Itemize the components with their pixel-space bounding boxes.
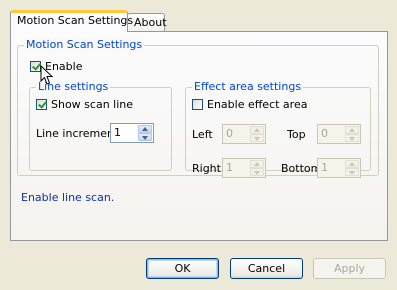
enable-effect-area-checkbox[interactable] — [192, 99, 203, 110]
right-spinbox[interactable]: 1 — [222, 158, 266, 178]
top-label: Top — [287, 128, 306, 141]
enable-effect-area-row[interactable]: Enable effect area — [192, 98, 307, 111]
bottom-label: Bottom — [281, 162, 322, 175]
mouse-pointer-icon — [40, 65, 54, 85]
arrow-up-icon — [349, 162, 355, 166]
ok-button[interactable]: OK — [146, 258, 219, 279]
top-spinbox[interactable]: 0 — [317, 124, 361, 144]
left-spinbox[interactable]: 0 — [222, 124, 266, 144]
spin-down-button[interactable] — [345, 134, 359, 142]
enable-checkbox-row[interactable]: Enable — [30, 60, 82, 73]
cancel-button[interactable]: Cancel — [230, 258, 303, 279]
left-label: Left — [192, 128, 213, 141]
tab-label: About — [134, 16, 167, 29]
show-scan-line-checkbox[interactable] — [36, 99, 47, 110]
spin-up-button[interactable] — [250, 160, 264, 168]
arrow-up-icon — [349, 128, 355, 132]
motion-scan-group: Motion Scan Settings Enable Line setting… — [17, 38, 379, 178]
spin-down-button[interactable] — [138, 133, 152, 141]
apply-button[interactable]: Apply — [313, 258, 386, 279]
spin-down-button[interactable] — [250, 168, 264, 176]
arrow-down-icon — [349, 171, 355, 175]
spin-up-button[interactable] — [345, 126, 359, 134]
arrow-up-icon — [254, 162, 260, 166]
effect-area-group-title: Effect area settings — [192, 80, 304, 94]
line-increment-value[interactable]: 1 — [114, 126, 121, 140]
effect-area-group: Effect area settings Enable effect area … — [185, 80, 371, 178]
motion-scan-group-title: Motion Scan Settings — [24, 38, 145, 52]
status-text: Enable line scan. — [21, 191, 115, 204]
enable-effect-area-label: Enable effect area — [207, 98, 308, 111]
line-increment-label: Line increment — [36, 127, 119, 140]
right-value[interactable]: 1 — [226, 161, 233, 175]
line-settings-group: Line settings Show scan line Line increm… — [29, 80, 172, 171]
line-increment-spinbox[interactable]: 1 — [110, 123, 154, 143]
arrow-down-icon — [254, 171, 260, 175]
arrow-down-icon — [349, 137, 355, 141]
arrow-down-icon — [142, 136, 148, 140]
arrow-down-icon — [254, 137, 260, 141]
tab-label: Motion Scan Settings — [17, 14, 134, 27]
tab-motion-scan-settings[interactable]: Motion Scan Settings — [10, 10, 133, 32]
show-scan-line-row[interactable]: Show scan line — [36, 98, 133, 111]
show-scan-line-label: Show scan line — [51, 98, 134, 111]
right-label: Right — [192, 162, 221, 175]
spin-down-button[interactable] — [250, 134, 264, 142]
tab-panel: Motion Scan Settings Enable Line setting… — [10, 31, 388, 241]
spin-up-button[interactable] — [345, 160, 359, 168]
arrow-up-icon — [254, 128, 260, 132]
spin-down-button[interactable] — [345, 168, 359, 176]
left-value[interactable]: 0 — [226, 127, 233, 141]
top-value[interactable]: 0 — [321, 127, 328, 141]
bottom-spinbox[interactable]: 1 — [317, 158, 361, 178]
spin-up-button[interactable] — [138, 125, 152, 133]
arrow-up-icon — [142, 127, 148, 131]
spin-up-button[interactable] — [250, 126, 264, 134]
bottom-value[interactable]: 1 — [321, 161, 328, 175]
